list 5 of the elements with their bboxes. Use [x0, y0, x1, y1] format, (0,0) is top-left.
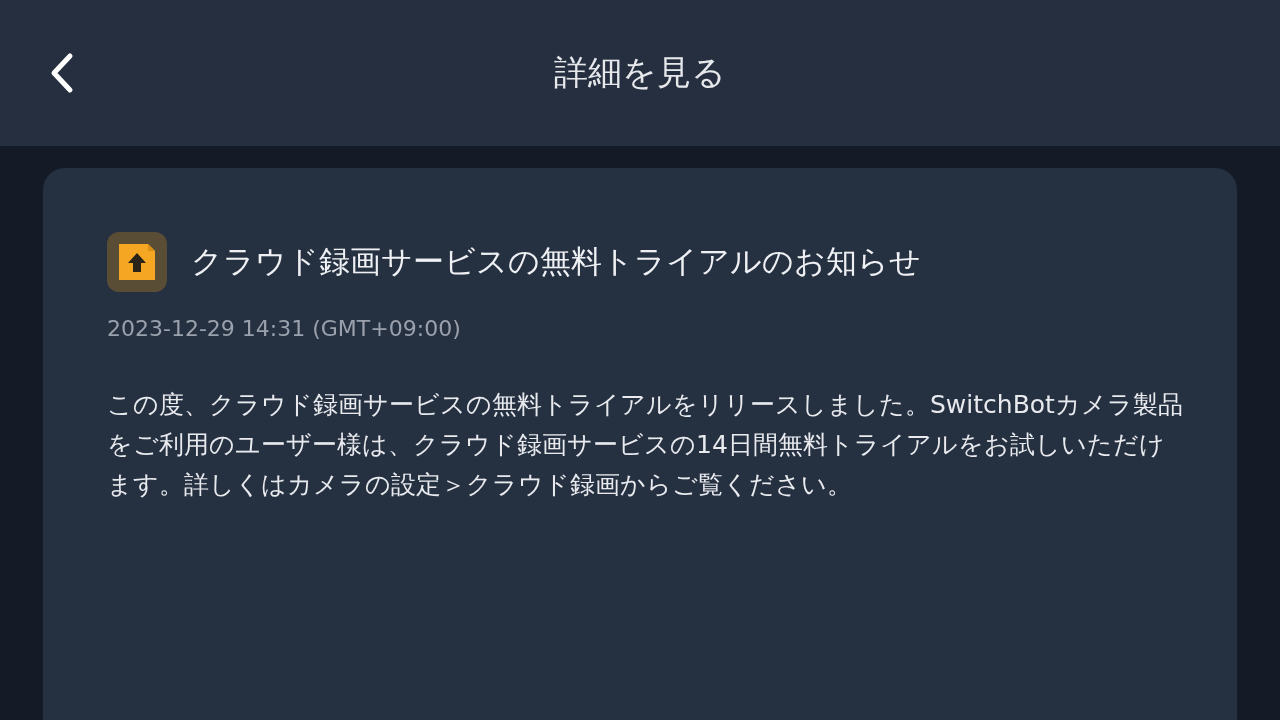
page-title: 詳細を見る — [554, 51, 726, 94]
upload-folder-icon — [107, 232, 167, 292]
notice-body: この度、クラウド録画サービスの無料トライアルをリリースしました。SwitchBotカメラ製品をご利用のユーザー様は、クラウド録画サービスの14日間無料トライアルをお試しいただけます。詳しくはカメラの設定＞クラウド録画からご覧ください。 — [107, 389, 1184, 501]
notice-timestamp: 2023-12-29 14:31 (GMT+09:00) — [107, 316, 462, 341]
notice-title: クラウド録画サービスの無料トライアルのお知らせ — [191, 242, 921, 281]
